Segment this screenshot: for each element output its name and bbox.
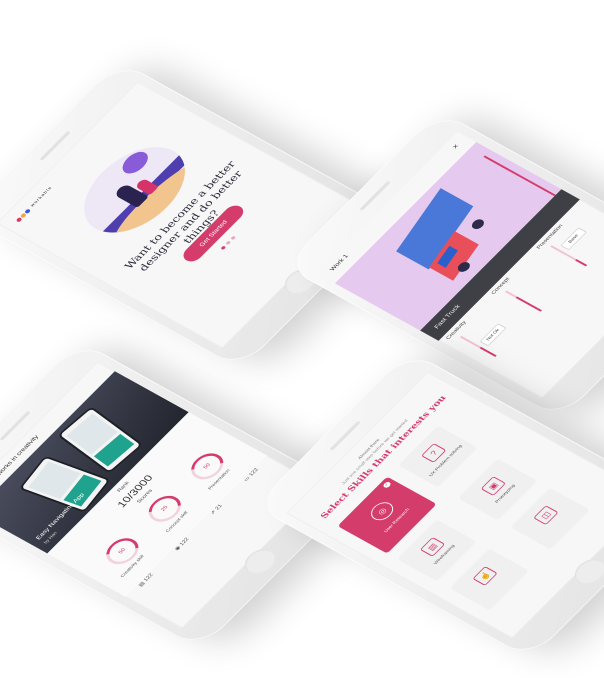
page-dot — [225, 240, 232, 246]
page-dot-active — [220, 245, 227, 251]
page-dot — [230, 235, 237, 241]
brand-name: workable — [29, 185, 54, 208]
accent-bar — [483, 155, 556, 197]
skill-tile-box[interactable]: ◫ — [510, 487, 590, 550]
rating-chip[interactable]: Base — [560, 227, 588, 251]
rating-chip[interactable]: Not Ok — [479, 323, 507, 347]
work-label: Work 1 — [329, 253, 350, 272]
skills-screen: Almost there Just one small step before … — [286, 371, 604, 639]
brand-logo: workable — [15, 186, 54, 223]
box-icon: ◫ — [533, 505, 559, 526]
skill-tile-interaction[interactable]: ☝ — [449, 548, 529, 611]
close-icon[interactable]: × — [450, 143, 461, 151]
page-indicator — [220, 235, 237, 251]
work-screen: Work 1 × Fast Truck Creativity Not Ok Co… — [316, 131, 604, 399]
check-icon: ✓ — [382, 480, 392, 489]
interaction-icon: ☝ — [472, 566, 498, 586]
onboarding-screen: workable Want to become a better designe… — [0, 81, 364, 349]
app-preview — [57, 406, 144, 474]
brand-dots — [15, 208, 31, 223]
